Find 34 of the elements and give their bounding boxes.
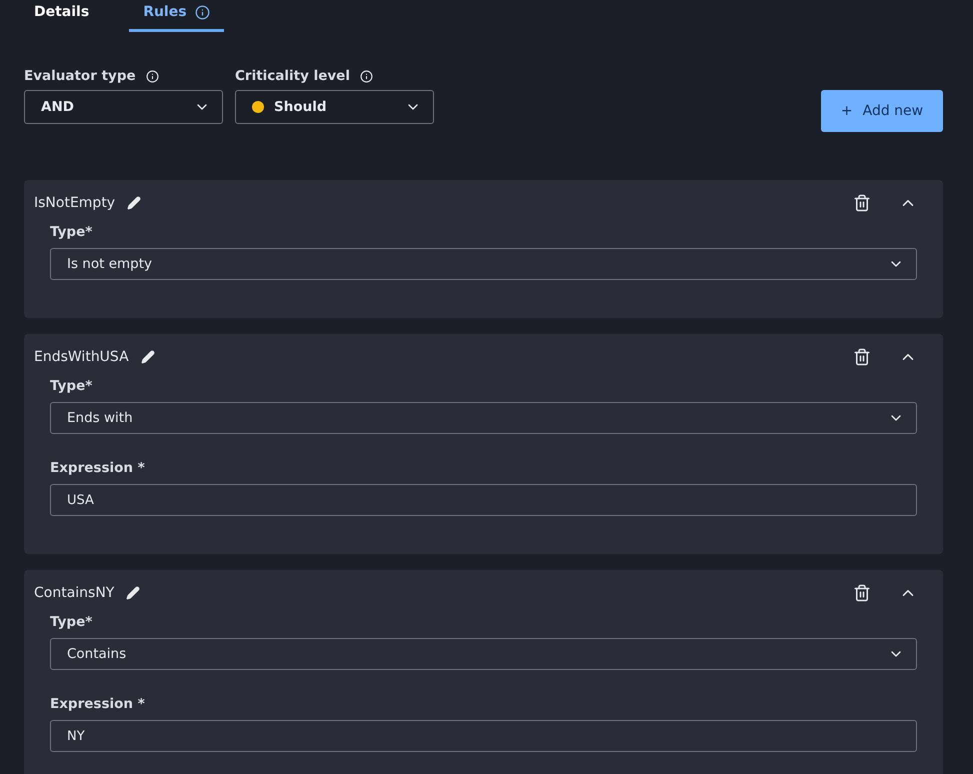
tab[interactable]: Details (20, 0, 104, 32)
expression-field[interactable]: USA (50, 484, 917, 516)
field-label: Type* (50, 378, 94, 394)
field-label: Type* (50, 224, 94, 240)
dropdown-value: Contains (67, 646, 126, 662)
type-dropdown[interactable]: Contains (50, 638, 917, 670)
type-dropdown[interactable]: Ends with (50, 402, 917, 434)
info-icon (146, 70, 159, 82)
dropdown-value: Should (274, 99, 327, 115)
dropdown[interactable]: AND (24, 90, 223, 124)
field-label: Evaluator type (24, 68, 136, 84)
type-dropdown[interactable]: Is not empty (50, 248, 917, 280)
trash-icon[interactable] (853, 194, 871, 212)
rule-name: ContainsNY (34, 585, 114, 601)
field-label: Criticality level (235, 68, 350, 84)
info-icon (360, 70, 373, 82)
pencil-icon[interactable] (140, 350, 155, 364)
pencil-icon[interactable] (127, 196, 142, 210)
dropdown-value: AND (41, 99, 74, 115)
field-label: Expression * (50, 696, 146, 712)
tab[interactable]: Rules (129, 0, 224, 32)
dropdown-value: Ends with (67, 410, 133, 426)
dropdown[interactable]: Should (235, 90, 434, 124)
field-label: Type* (50, 614, 94, 630)
expression-field[interactable]: NY (50, 720, 917, 752)
rule-name: IsNotEmpty (34, 195, 116, 211)
trash-icon[interactable] (853, 584, 871, 602)
trash-icon[interactable] (853, 348, 871, 366)
field-label: Expression * (50, 460, 146, 476)
rule-name: EndsWithUSA (34, 349, 129, 365)
pencil-icon[interactable] (126, 586, 140, 600)
dropdown-value: Is not empty (67, 256, 152, 272)
plus-icon: + (840, 103, 853, 119)
add-new-button[interactable]: + Add new (821, 90, 943, 132)
